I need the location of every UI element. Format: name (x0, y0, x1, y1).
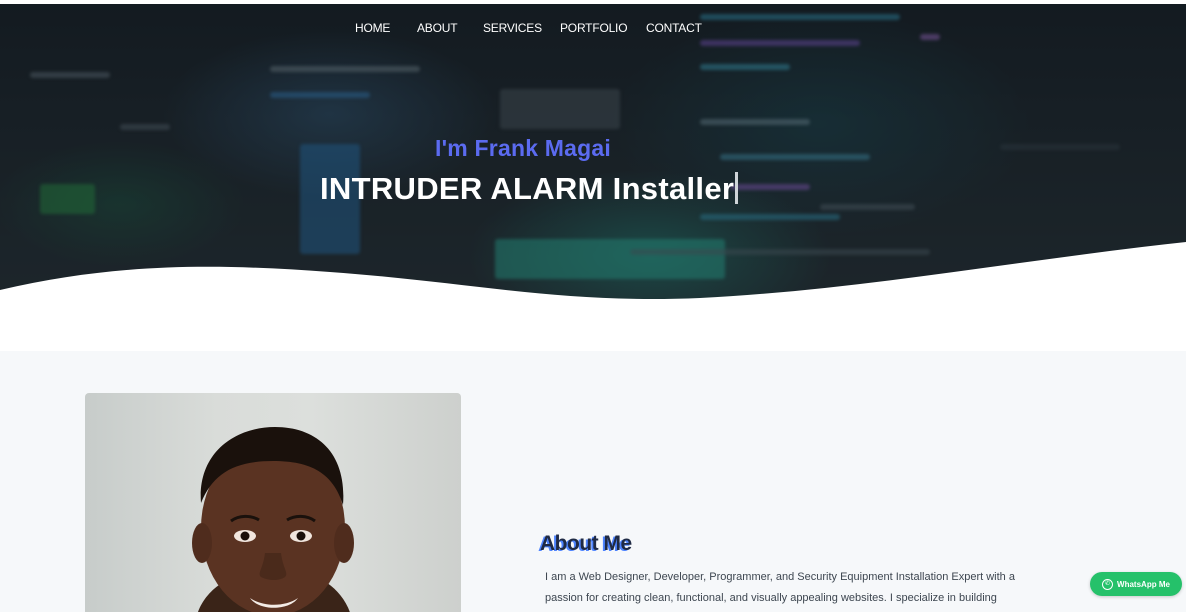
about-heading: About Me (540, 532, 632, 555)
whatsapp-label: WhatsApp Me (1117, 579, 1170, 589)
hero-wave-divider (0, 242, 1186, 300)
main-nav: HOME ABOUT SERVICES PORTFOLIO CONTACT (0, 4, 1186, 52)
hero-typed-role: INTRUDER ALARM Installer (320, 171, 739, 207)
nav-contact[interactable]: CONTACT (646, 21, 702, 35)
about-paragraph-line: passion for creating clean, functional, … (545, 592, 997, 604)
nav-about[interactable]: ABOUT (417, 21, 458, 35)
nav-services[interactable]: SERVICES (483, 21, 542, 35)
hero-greeting: I'm Frank Magai (435, 135, 611, 161)
whatsapp-icon: ✆ (1102, 578, 1114, 590)
about-paragraph: I am a Web Designer, Developer, Programm… (545, 567, 1015, 612)
hero-banner: HOME ABOUT SERVICES PORTFOLIO CONTACT I'… (0, 4, 1186, 300)
about-paragraph-line: I am a Web Designer, Developer, Programm… (545, 571, 1015, 583)
hero-role-text: INTRUDER ALARM Installer (320, 171, 735, 206)
profile-portrait-graphic (192, 427, 354, 612)
whatsapp-button[interactable]: ✆ WhatsApp Me (1090, 572, 1182, 596)
nav-portfolio[interactable]: PORTFOLIO (560, 21, 628, 35)
profile-photo (85, 393, 461, 612)
nav-home[interactable]: HOME (355, 21, 390, 35)
typing-cursor (735, 172, 739, 204)
about-section: About Me About Me I am a Web Designer, D… (0, 351, 1186, 612)
